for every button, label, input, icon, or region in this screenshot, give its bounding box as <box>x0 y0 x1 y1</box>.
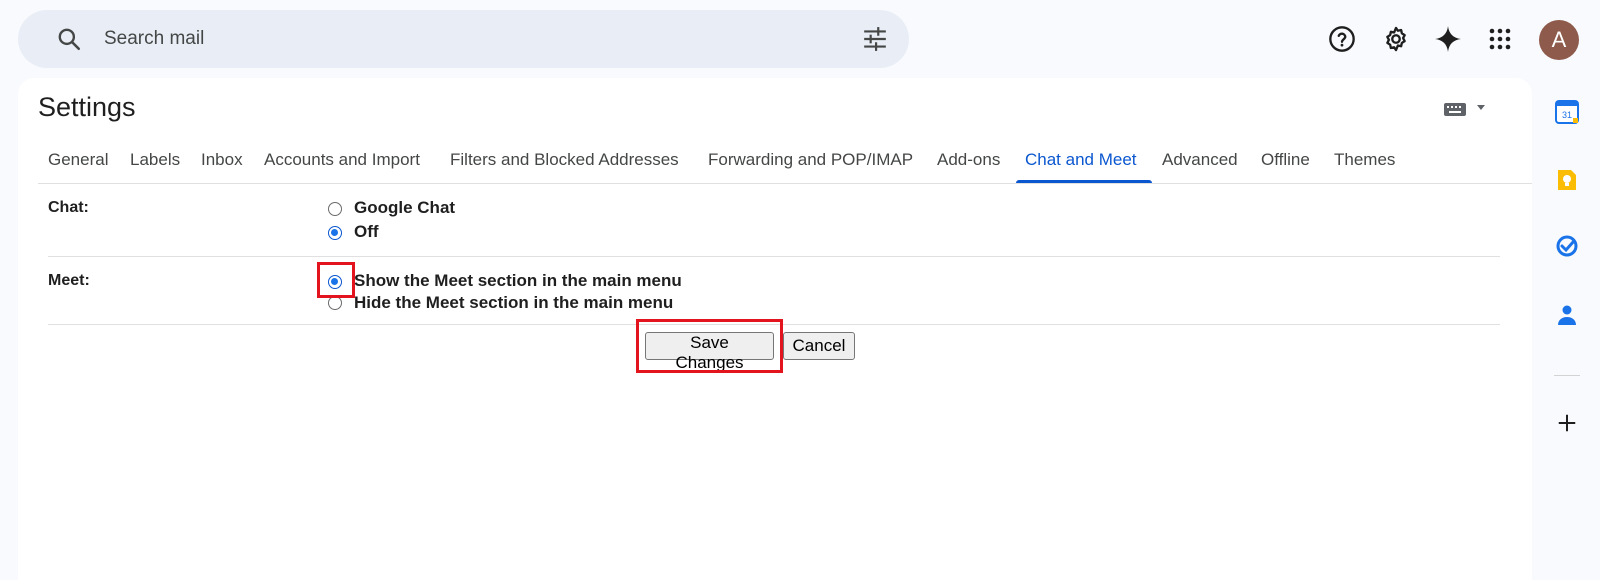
meet-label: Meet: <box>48 272 90 289</box>
divider <box>48 324 1500 325</box>
help-icon[interactable] <box>1327 24 1357 54</box>
google-chat-label[interactable]: Google Chat <box>354 198 455 218</box>
tab-filters-and-blocked-addresses[interactable]: Filters and Blocked Addresses <box>450 150 679 170</box>
search-icon[interactable] <box>56 26 82 52</box>
calendar-icon[interactable]: 31 <box>1554 99 1580 125</box>
tab-inbox[interactable]: Inbox <box>201 150 243 170</box>
apps-grid-icon[interactable] <box>1485 24 1515 54</box>
svg-text:31: 31 <box>1562 110 1572 120</box>
chat-off-radio[interactable] <box>328 226 342 240</box>
settings-tabs: General Labels Inbox Accounts and Import… <box>38 142 1532 184</box>
tab-accounts-and-import[interactable]: Accounts and Import <box>264 150 420 170</box>
google-chat-radio[interactable] <box>328 202 342 216</box>
tab-labels[interactable]: Labels <box>130 150 180 170</box>
chat-label: Chat: <box>48 199 89 216</box>
tab-themes[interactable]: Themes <box>1334 150 1395 170</box>
tab-forwarding-and-pop-imap[interactable]: Forwarding and POP/IMAP <box>708 150 913 170</box>
hide-meet-radio[interactable] <box>328 296 342 310</box>
tasks-icon[interactable] <box>1554 233 1580 259</box>
hide-meet-label[interactable]: Hide the Meet section in the main menu <box>354 293 673 313</box>
gemini-sparkle-icon[interactable] <box>1433 24 1463 54</box>
search-input[interactable] <box>104 28 804 50</box>
tab-advanced[interactable]: Advanced <box>1162 150 1238 170</box>
keep-icon[interactable] <box>1554 167 1580 193</box>
search-bar[interactable] <box>18 10 909 68</box>
chat-off-label[interactable]: Off <box>354 222 379 242</box>
gear-icon[interactable] <box>1381 24 1411 54</box>
contacts-icon[interactable] <box>1554 302 1580 328</box>
tab-add-ons[interactable]: Add-ons <box>937 150 1000 170</box>
side-divider <box>1554 375 1580 376</box>
active-tab-indicator <box>1016 180 1152 183</box>
tab-general[interactable]: General <box>48 150 108 170</box>
page-title: Settings <box>38 92 136 122</box>
avatar[interactable]: A <box>1539 20 1579 60</box>
show-meet-label[interactable]: Show the Meet section in the main menu <box>354 271 682 291</box>
keyboard-icon[interactable] <box>1444 100 1490 118</box>
plus-icon[interactable] <box>1554 410 1580 436</box>
tab-offline[interactable]: Offline <box>1261 150 1310 170</box>
settings-panel: Settings General Labels Inbox Accounts a… <box>18 78 1532 580</box>
cancel-button[interactable]: Cancel <box>783 332 855 360</box>
show-meet-radio[interactable] <box>328 275 342 289</box>
tab-chat-and-meet[interactable]: Chat and Meet <box>1025 150 1137 170</box>
save-button[interactable]: Save Changes <box>645 332 774 372</box>
divider <box>48 256 1500 257</box>
tune-icon[interactable] <box>862 26 888 52</box>
